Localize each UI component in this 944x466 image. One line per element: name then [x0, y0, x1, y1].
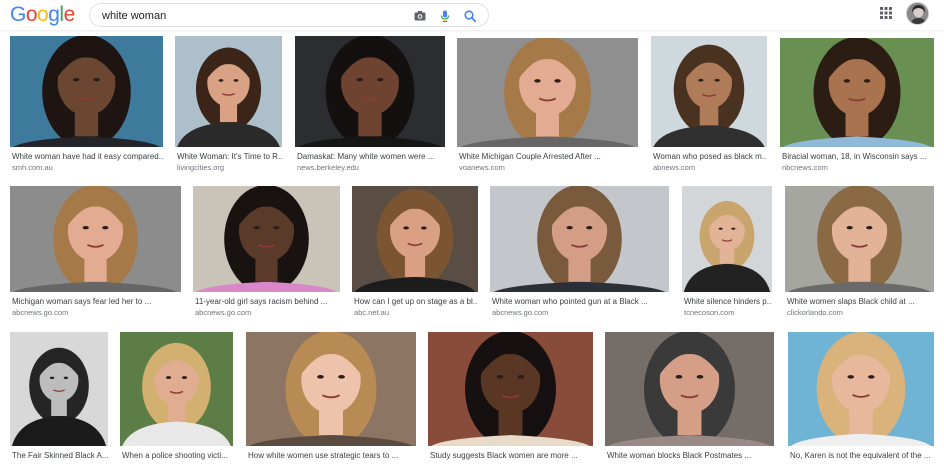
result-thumbnail[interactable] [10, 186, 181, 292]
result-thumbnail[interactable] [295, 36, 445, 147]
result-caption[interactable]: How can I get up on stage as a bl... [354, 297, 478, 307]
result-thumbnail[interactable] [682, 186, 772, 292]
result-thumbnail[interactable] [785, 186, 934, 292]
result-thumbnail[interactable] [175, 36, 282, 147]
result-thumbnail[interactable] [120, 332, 233, 446]
result-caption[interactable]: White women slaps Black child at ... [787, 297, 934, 307]
result-source: abcnews.go.com [492, 308, 549, 317]
result-thumbnail[interactable] [788, 332, 934, 446]
result-thumbnail[interactable] [428, 332, 593, 446]
result-source: abc.net.au [354, 308, 390, 317]
image-result[interactable]: Woman who posed as black m... abnews.com [651, 36, 767, 177]
image-result[interactable]: White woman have had it easy compared...… [10, 36, 163, 177]
image-result[interactable]: Study suggests Black women are more ... [428, 332, 593, 466]
result-thumbnail[interactable] [605, 332, 774, 446]
result-caption[interactable]: White Woman: It's Time to R... [177, 152, 282, 162]
result-thumbnail[interactable] [352, 186, 478, 292]
result-caption[interactable]: Biracial woman, 18, in Wisconsin says ..… [782, 152, 934, 162]
result-source: abcnews.go.com [195, 308, 252, 317]
image-result[interactable]: How white women use strategic tears to .… [246, 332, 416, 466]
result-caption[interactable]: No, Karen is not the equivalent of the .… [790, 451, 934, 461]
result-source: news.berkeley.edu [297, 163, 359, 172]
result-source: abcnews.go.com [12, 308, 69, 317]
result-source: tcnecoson.com [684, 308, 735, 317]
result-caption[interactable]: White woman who pointed gun at a Black .… [492, 297, 669, 307]
result-caption[interactable]: When a police shooting victi... [122, 451, 233, 461]
image-result[interactable]: Biracial woman, 18, in Wisconsin says ..… [780, 38, 934, 177]
result-caption[interactable]: Study suggests Black women are more ... [430, 451, 593, 461]
result-thumbnail[interactable] [457, 38, 638, 147]
image-result[interactable]: Damaskat: Many white women were ... news.… [295, 36, 445, 177]
image-result[interactable]: Michigan woman says fear led her to ... a… [10, 186, 181, 322]
image-result[interactable]: White Woman: It's Time to R... livingciti… [175, 36, 282, 177]
result-source: abnews.com [653, 163, 696, 172]
result-caption[interactable]: White woman have had it easy compared... [12, 152, 163, 162]
image-result[interactable]: White silence hinders p... tcnecoson.com [682, 186, 772, 322]
result-thumbnail[interactable] [651, 36, 767, 147]
result-caption[interactable]: White Michigan Couple Arrested After ... [459, 152, 638, 162]
result-caption[interactable]: How white women use strategic tears to .… [248, 451, 416, 461]
result-caption[interactable]: White silence hinders p... [684, 297, 772, 307]
image-result[interactable]: No, Karen is not the equivalent of the .… [788, 332, 934, 466]
result-caption[interactable]: Michigan woman says fear led her to ... [12, 297, 181, 307]
result-caption[interactable]: Damaskat: Many white women were ... [297, 152, 445, 162]
result-thumbnail[interactable] [10, 332, 108, 446]
result-source: smh.com.au [12, 163, 53, 172]
result-thumbnail[interactable] [780, 38, 934, 147]
result-thumbnail[interactable] [193, 186, 340, 292]
image-result[interactable]: How can I get up on stage as a bl... abc.… [352, 186, 478, 322]
image-result[interactable]: 11-year-old girl says racism behind ... a… [193, 186, 340, 322]
image-result[interactable]: White women slaps Black child at ... clic… [785, 186, 934, 322]
result-source: livingcities.org [177, 163, 225, 172]
result-caption[interactable]: The Fair Skinned Black A... [12, 451, 108, 461]
result-thumbnail[interactable] [490, 186, 669, 292]
image-result[interactable]: The Fair Skinned Black A... [10, 332, 108, 466]
result-caption[interactable]: White woman blocks Black Postmates ... [607, 451, 774, 461]
result-caption[interactable]: 11-year-old girl says racism behind ... [195, 297, 340, 307]
result-source: nbcnews.com [782, 163, 828, 172]
image-result[interactable]: When a police shooting victi... [120, 332, 233, 466]
image-result[interactable]: White Michigan Couple Arrested After ...… [457, 38, 638, 177]
image-result[interactable]: White woman who pointed gun at a Black .… [490, 186, 669, 322]
result-source: clickorlando.com [787, 308, 843, 317]
result-caption[interactable]: Woman who posed as black m... [653, 152, 767, 162]
result-source: voanews.com [459, 163, 505, 172]
result-thumbnail[interactable] [246, 332, 416, 446]
image-result[interactable]: White woman blocks Black Postmates ... [605, 332, 774, 466]
result-thumbnail[interactable] [10, 36, 163, 147]
image-results-grid: White woman have had it easy compared...… [0, 0, 944, 466]
